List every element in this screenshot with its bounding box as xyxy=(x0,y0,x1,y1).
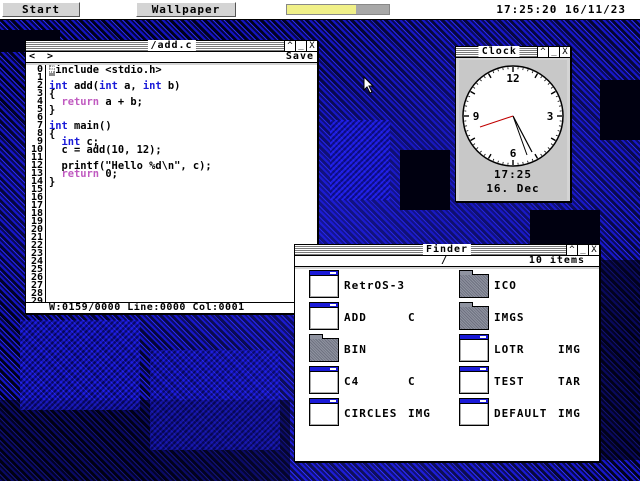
close-button[interactable]: X xyxy=(588,245,599,255)
folder-icon xyxy=(459,302,489,330)
file-icon xyxy=(309,302,339,330)
finder-toolbar: / 10 items xyxy=(295,256,599,267)
editor-status-bar: W:0159/0000 Line:0000 Col:0001 xyxy=(26,302,317,313)
code-line[interactable]: #include <stdio.h> xyxy=(49,65,317,76)
finder-item[interactable]: CIRCLES IMG xyxy=(295,398,445,426)
start-button[interactable]: Start xyxy=(2,2,80,17)
finder-item[interactable]: RetrOS-3 xyxy=(295,270,445,298)
editor-text-area[interactable]: 0 1 2 3 4 5 6 7 8 9 10 11 12 13 14 15 16 17 18 19 20 21 22 23 24… xyxy=(26,65,317,302)
numeral-3: 3 xyxy=(547,110,554,123)
top-bar: Start Wallpaper 17:25:20 16/11/23 xyxy=(0,0,640,20)
editor-window[interactable]: /add.c ^ _ X < > Save 0 1 2 3 4 5 6 7 8 9 10 11 12 13… xyxy=(25,40,318,314)
close-button[interactable]: X xyxy=(306,41,317,51)
line-number-gutter: 0 1 2 3 4 5 6 7 8 9 10 11 12 13 14 15 16 17 18 19 20 21 22 23 24… xyxy=(26,65,46,302)
finder-item[interactable]: ICO xyxy=(445,270,595,298)
wallpaper-button[interactable]: Wallpaper xyxy=(136,2,236,17)
system-datetime: 17:25:20 16/11/23 xyxy=(496,3,626,16)
finder-item[interactable]: TEST TAR xyxy=(445,366,595,394)
numeral-9: 9 xyxy=(473,110,480,123)
finder-path[interactable]: / xyxy=(441,256,447,266)
item-name: DEFAULT xyxy=(494,407,548,420)
file-icon xyxy=(459,334,489,362)
item-extension: IMG xyxy=(408,407,431,420)
finder-file-list[interactable]: RetrOS-3 ICO ADD C IMGS BIN LOTR IMG C4 C TEST TAR C… xyxy=(295,269,599,461)
item-name: ICO xyxy=(494,279,517,292)
item-extension: C xyxy=(408,311,416,324)
clock-titlebar[interactable]: Clock ^ _ X xyxy=(456,46,570,58)
item-extension: C xyxy=(408,375,416,388)
digital-date: 16. Dec xyxy=(486,182,540,195)
folder-icon xyxy=(309,334,339,362)
item-extension: IMG xyxy=(558,407,581,420)
code-line[interactable]: return a + b; xyxy=(49,97,317,107)
finder-item[interactable]: C4 C xyxy=(295,366,445,394)
code-line[interactable]: int main() xyxy=(49,121,317,131)
item-name: LOTR xyxy=(494,343,525,356)
editor-toolbar: < > Save xyxy=(26,52,317,63)
file-icon xyxy=(459,398,489,426)
finder-item[interactable]: DEFAULT IMG xyxy=(445,398,595,426)
maximize-button[interactable]: ^ xyxy=(537,47,548,57)
file-icon xyxy=(459,366,489,394)
finder-item-count: 10 items xyxy=(528,255,585,266)
item-extension: TAR xyxy=(558,375,581,388)
progress-fill xyxy=(287,5,357,14)
digital-time: 17:25 xyxy=(493,168,533,181)
file-icon xyxy=(309,366,339,394)
item-name: BIN xyxy=(344,343,367,356)
finder-window[interactable]: Finder ^ _ X / 10 items RetrOS-3 ICO ADD C I… xyxy=(294,244,600,462)
editor-nav-arrows[interactable]: < > xyxy=(29,52,56,62)
file-icon xyxy=(309,270,339,298)
minimize-button[interactable]: _ xyxy=(295,41,306,51)
item-name: CIRCLES xyxy=(344,407,398,420)
analog-clock: 12 3 6 9 17:25 16. Dec xyxy=(459,60,567,200)
finder-item[interactable]: ADD C xyxy=(295,302,445,330)
mouse-pointer-icon xyxy=(363,76,375,94)
item-name: C4 xyxy=(344,375,360,388)
clock-title: Clock xyxy=(478,46,520,57)
finder-item[interactable]: IMGS xyxy=(445,302,595,330)
item-name: TEST xyxy=(494,375,525,388)
file-icon xyxy=(309,398,339,426)
minimize-button[interactable]: _ xyxy=(548,47,559,57)
clock-window[interactable]: Clock ^ _ X 12 3 6 9 17:25 16. Dec xyxy=(455,46,571,202)
maximize-button[interactable]: ^ xyxy=(566,245,577,255)
item-name: IMGS xyxy=(494,311,525,324)
numeral-12: 12 xyxy=(506,72,519,85)
maximize-button[interactable]: ^ xyxy=(284,41,295,51)
finder-item[interactable]: LOTR IMG xyxy=(445,334,595,362)
code-line[interactable]: c = add(10, 12); xyxy=(49,145,317,155)
editor-title: /add.c xyxy=(147,40,196,51)
item-extension: IMG xyxy=(558,343,581,356)
item-name: ADD xyxy=(344,311,367,324)
numeral-6: 6 xyxy=(510,147,517,160)
finder-item[interactable]: BIN xyxy=(295,334,445,362)
save-button[interactable]: Save xyxy=(286,52,314,62)
clock-dial: 12 3 6 9 xyxy=(462,65,564,167)
editor-titlebar[interactable]: /add.c ^ _ X xyxy=(26,40,317,52)
folder-icon xyxy=(459,270,489,298)
item-name: RetrOS-3 xyxy=(344,279,405,292)
finder-title: Finder xyxy=(422,244,472,255)
memory-progress-bar xyxy=(286,4,390,15)
close-button[interactable]: X xyxy=(559,47,570,57)
code-line[interactable]: int add(int a, int b) xyxy=(49,81,317,91)
minimize-button[interactable]: _ xyxy=(577,245,588,255)
code-content[interactable]: #include <stdio.h> int add(int a, int b)… xyxy=(49,65,317,302)
